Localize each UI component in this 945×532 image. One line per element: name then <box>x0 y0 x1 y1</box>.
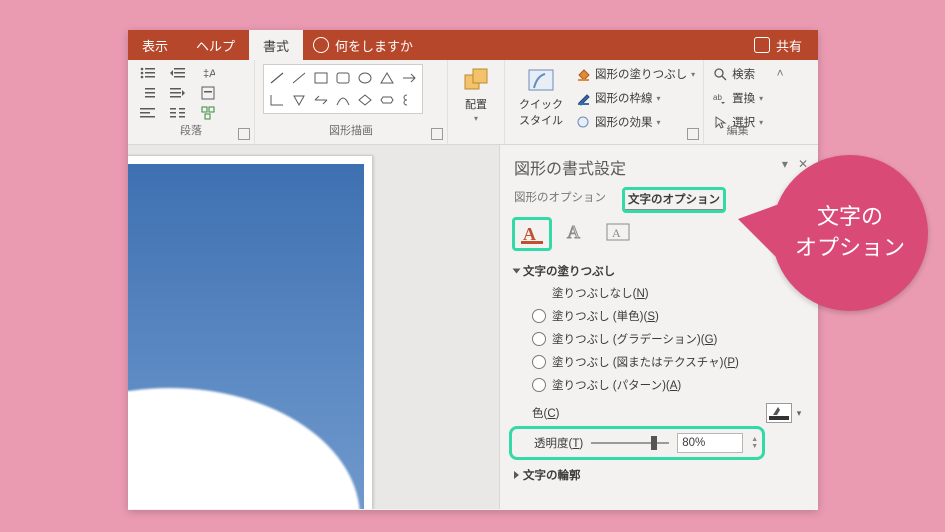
transparency-label: 透明度(T) <box>534 435 583 451</box>
lightbulb-icon <box>313 37 329 53</box>
color-label: 色(C) <box>532 405 560 421</box>
spin-down[interactable]: ▼ <box>751 443 758 450</box>
color-dropdown[interactable]: ▾ <box>794 404 804 422</box>
indent-inc-button[interactable] <box>166 84 190 102</box>
slide-editor[interactable]: design opi72.com <box>128 145 499 509</box>
group-label <box>513 120 695 138</box>
pane-menu-button[interactable]: ▾ <box>782 157 788 171</box>
group-shapes: 図形描画 <box>255 60 448 144</box>
ribbon-tabs: 表示 ヘルプ 書式 何をしますか 共有 <box>128 30 818 60</box>
replace-button[interactable]: ab 置換▾ <box>712 88 763 108</box>
arrange-label: 配置 <box>465 96 487 112</box>
bucket-icon <box>575 66 591 82</box>
svg-text:A: A <box>612 226 621 240</box>
textbox-tab[interactable]: A <box>602 219 634 245</box>
group-shape-styles: クイック スタイル 図形の塗りつぶし▾ 図形の枠線▾ 図形の効果▾ <box>505 60 704 144</box>
radio-no-fill[interactable]: 塗りつぶしなし(N) <box>532 285 804 301</box>
tell-me-label: 何をしますか <box>335 36 413 55</box>
pane-title: 図形の書式設定 <box>514 155 804 179</box>
group-label: 図形描画 <box>263 120 439 142</box>
arrange-button[interactable]: 配置 ▾ <box>456 64 496 125</box>
format-shape-pane: ▾ ✕ 図形の書式設定 図形のオプション 文字のオプション A A A 文字の塗… <box>499 145 818 509</box>
radio-picture-fill[interactable]: 塗りつぶし (図またはテクスチャ)(P) <box>532 354 804 370</box>
search-icon <box>712 66 728 82</box>
group-label: 段落 <box>136 120 246 142</box>
text-fill-outline-tab[interactable]: A <box>514 219 550 249</box>
tab-view[interactable]: 表示 <box>128 30 182 60</box>
ribbon: ‡A 段落 <box>128 60 818 145</box>
numbering-button[interactable] <box>136 84 160 102</box>
find-button[interactable]: 検索 <box>712 64 763 84</box>
section-text-fill[interactable]: 文字の塗りつぶし <box>514 263 804 279</box>
dialog-launcher-icon[interactable] <box>431 128 443 140</box>
tab-shape-options[interactable]: 図形のオプション <box>514 189 606 211</box>
share-icon <box>754 37 770 53</box>
tell-me[interactable]: 何をしますか <box>303 30 423 60</box>
work-area: design opi72.com ▾ <box>128 145 818 509</box>
section-text-outline[interactable]: 文字の輪郭 <box>514 467 804 483</box>
align-text-button[interactable] <box>196 84 220 102</box>
svg-text:A: A <box>567 222 580 242</box>
group-editing: 検索 ab 置換▾ 選択▾ 編集 <box>704 60 771 144</box>
shape-fill-button[interactable]: 図形の塗りつぶし▾ <box>575 64 695 84</box>
svg-text:‡A: ‡A <box>203 68 215 80</box>
group-paragraph: ‡A 段落 <box>128 60 255 144</box>
svg-text:ab: ab <box>713 93 722 102</box>
tab-format[interactable]: 書式 <box>249 30 303 60</box>
color-picker[interactable] <box>766 403 792 423</box>
pen-icon <box>575 90 591 106</box>
group-arrange: 配置 ▾ <box>448 60 505 144</box>
dialog-launcher-icon[interactable] <box>238 128 250 140</box>
tab-text-options[interactable]: 文字のオプション <box>624 189 724 211</box>
expand-icon <box>514 471 519 479</box>
text-direction-button[interactable]: ‡A <box>196 64 220 82</box>
text-effects-tab[interactable]: A <box>560 219 592 245</box>
share-label: 共有 <box>776 36 802 55</box>
indent-dec-button[interactable] <box>166 64 190 82</box>
shapes-gallery[interactable] <box>263 64 423 114</box>
transparency-slider[interactable] <box>591 436 669 450</box>
radio-gradient-fill[interactable]: 塗りつぶし (グラデーション)(G) <box>532 331 804 347</box>
tab-help[interactable]: ヘルプ <box>182 30 249 60</box>
radio-pattern-fill[interactable]: 塗りつぶし (パターン)(A) <box>532 377 804 393</box>
collapse-ribbon-button[interactable]: ˄ <box>771 60 789 144</box>
spin-up[interactable]: ▲ <box>751 436 758 443</box>
annotation-text: 文字の オプション <box>795 202 905 264</box>
expand-icon <box>513 269 521 274</box>
bullets-button[interactable] <box>136 64 160 82</box>
replace-icon: ab <box>712 90 728 106</box>
powerpoint-window: 表示 ヘルプ 書式 何をしますか 共有 <box>128 30 818 510</box>
dialog-launcher-icon[interactable] <box>687 128 699 140</box>
group-label <box>456 120 496 138</box>
share-button[interactable]: 共有 <box>738 30 818 60</box>
transparency-input[interactable]: 80% <box>677 433 743 453</box>
radio-solid-fill[interactable]: 塗りつぶし (単色)(S) <box>532 308 804 324</box>
slide-canvas: design opi72.com <box>128 155 373 509</box>
annotation-callout: 文字の オプション <box>772 155 928 311</box>
group-label: 編集 <box>712 120 763 142</box>
shape-outline-button[interactable]: 図形の枠線▾ <box>575 88 695 108</box>
